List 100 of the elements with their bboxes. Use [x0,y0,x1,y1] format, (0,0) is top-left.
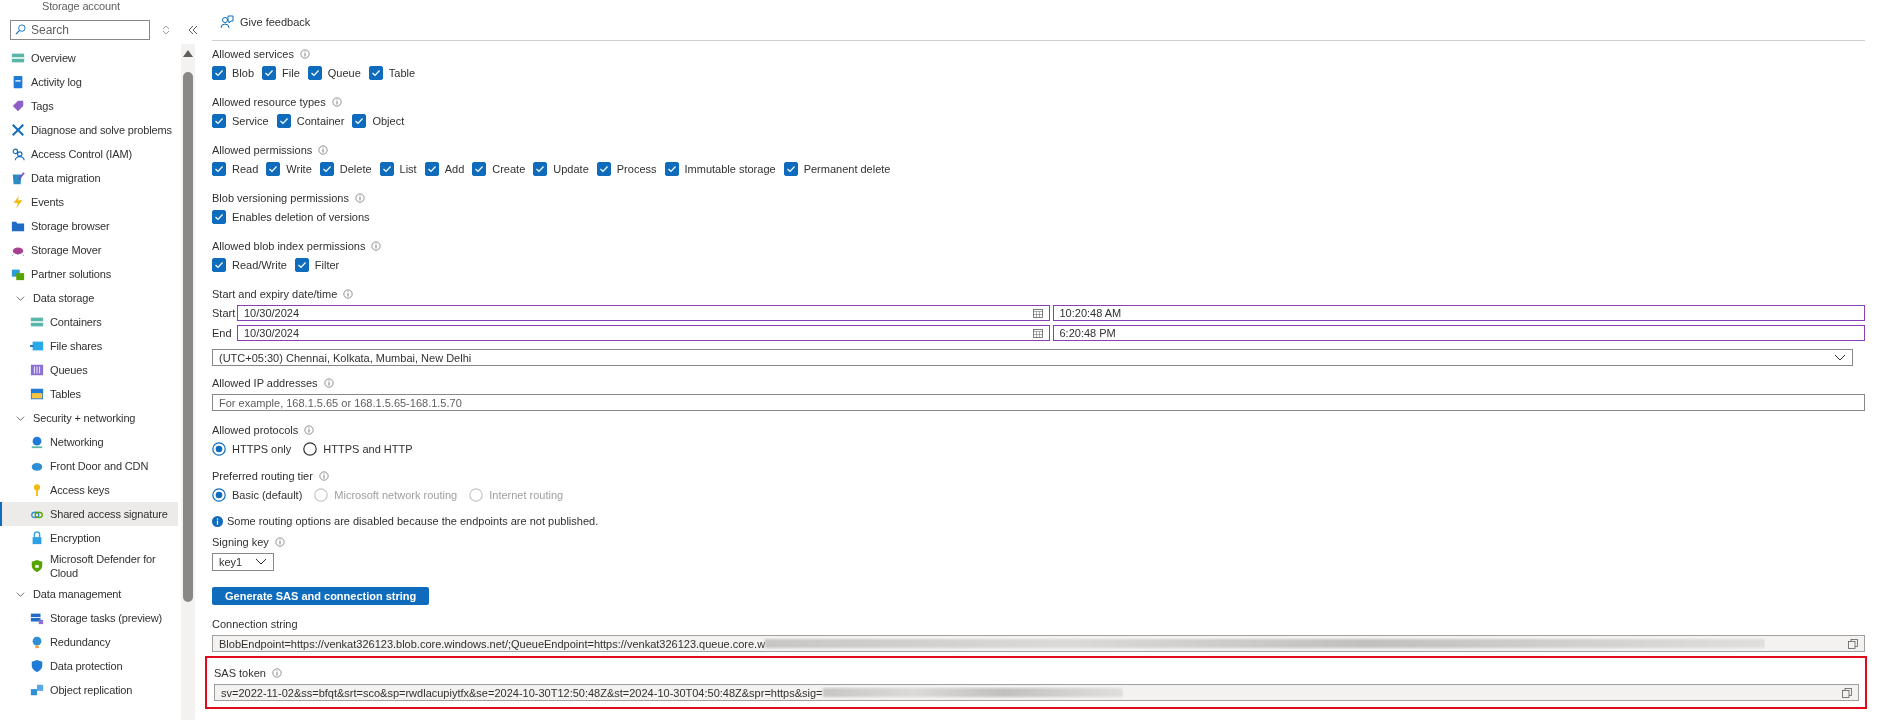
field-label-row: SAS token [214,666,1859,680]
chevron-down-icon [255,558,267,566]
field-label: Preferred routing tier [212,470,313,482]
checkbox[interactable]: Table [368,66,416,80]
menu-item[interactable]: Data protection [0,654,178,678]
menu-item[interactable]: Containers [0,310,178,334]
menu-item[interactable]: Partner solutions [0,262,178,286]
menu-item[interactable]: Diagnose and solve problems [0,118,178,142]
field-label: Allowed protocols [212,424,299,436]
checkbox[interactable]: Read [212,162,259,176]
panel-icon [11,51,25,65]
menu-item[interactable]: Access keys [0,478,178,502]
checkbox[interactable]: Add [424,162,465,176]
menu-item[interactable]: Storage tasks (preview) [0,606,178,630]
timezone-dropdown[interactable]: (UTC+05:30) Chennai, Kolkata, Mumbai, New Delhi [212,349,1853,366]
calendar-icon [1032,308,1043,318]
info-icon [331,97,342,107]
menu-group-header[interactable]: Data management [0,582,178,606]
time-field[interactable]: 10:20:48 AM [1052,305,1865,321]
checkbox[interactable]: Blob [212,66,255,80]
menu-item[interactable]: Front Door and CDN [0,454,178,478]
checkbox[interactable]: File [262,66,300,80]
shield-icon [30,659,44,673]
menu-item[interactable]: Storage browser [0,214,178,238]
checkbox[interactable]: Permanent delete [783,162,891,176]
info-icon [318,471,329,481]
replication-icon [30,683,44,697]
generate-button[interactable]: Generate SAS and connection string [212,587,430,605]
menu-item[interactable]: Tags [0,94,178,118]
menu-item[interactable]: Networking [0,430,178,454]
menu-item[interactable]: File shares [0,334,178,358]
lightning-icon [11,195,25,209]
chevron-down-icon [16,293,25,303]
feedback-button[interactable]: Give feedback [212,9,319,35]
checkbox[interactable]: Queue [307,66,361,80]
field-label: Signing key [212,536,269,548]
menu-item[interactable]: Tables [0,382,178,406]
ip-address-field[interactable]: For example, 168.1.5.65 or 168.1.5.65-168.1.5.70 [212,394,1865,411]
globe-icon [30,635,44,649]
people-icon [11,147,25,161]
menu-item[interactable]: Shared access signature [0,502,178,526]
copy-icon [1842,687,1852,698]
menu-item[interactable]: Microsoft Defender for Cloud [0,550,178,582]
row-label: Start [212,307,234,319]
info-icon [299,49,310,59]
radio-button[interactable]: Basic (default) [212,488,303,502]
scrollbar[interactable] [181,44,195,720]
row-label: End [212,327,233,339]
checkbox[interactable]: Update [533,162,589,176]
file-share-icon [30,339,44,353]
checkbox[interactable]: Process [596,162,657,176]
checkbox[interactable]: List [379,162,417,176]
checkbox[interactable]: Create [472,162,526,176]
search-field[interactable]: Search [10,20,150,40]
checkbox[interactable]: Immutable storage [664,162,776,176]
info-icon [212,515,223,527]
radio-button[interactable]: HTTPS and HTTP [303,442,413,456]
readonly-field[interactable]: BlobEndpoint=https://venkat326123.blob.core.windows.net/;QueueEndpoint=https://venkat326123.queue.core.w [212,635,1865,652]
checkbox[interactable]: Delete [319,162,372,176]
field-label: Allowed permissions [212,144,313,156]
search-icon [15,24,26,35]
checkbox[interactable]: Filter [294,258,340,272]
chevron-down-icon [16,589,25,599]
radio-button[interactable]: HTTPS only [212,442,292,456]
menu-item[interactable]: Overview [0,46,178,70]
menu-item[interactable]: Encryption [0,526,178,550]
feedback-icon [220,15,234,29]
checkbox[interactable]: Read/Write [212,258,287,272]
date-field[interactable]: 10/30/2024 [237,305,1050,321]
menu-group-header[interactable]: Data storage [0,286,178,310]
time-field[interactable]: 6:20:48 PM [1052,325,1865,341]
checkbox[interactable]: Enables deletion of versions [212,210,370,224]
copy-icon [1848,638,1858,649]
info-icon [323,378,334,388]
info-icon [304,425,315,435]
info-icon [274,537,285,547]
table-icon [30,387,44,401]
menu-group-header[interactable]: Security + networking [0,406,178,430]
menu-item[interactable]: Data migration [0,166,178,190]
signing-key-dropdown[interactable]: key1 [212,553,274,571]
containers-icon [30,315,44,329]
menu-item[interactable]: Object replication [0,678,178,702]
tag-icon [11,99,25,113]
chevron-down-icon [16,413,25,423]
field-label: Blob versioning permissions [212,192,349,204]
menu-item[interactable]: Access Control (IAM) [0,142,178,166]
checkbox[interactable]: Object [352,114,405,128]
menu-item[interactable]: Redundancy [0,630,178,654]
readonly-field[interactable]: sv=2022-11-02&ss=bfqt&srt=sco&sp=rwdlacupiytfx&se=2024-10-30T12:50:48Z&st=2024-10-30T04:50:48Z&spr=https&sig= [214,684,1859,701]
date-field[interactable]: 10/30/2024 [237,325,1050,341]
menu-item[interactable]: Events [0,190,178,214]
checkbox[interactable]: Service [212,114,269,128]
menu-item[interactable]: Storage Mover [0,238,178,262]
checkbox[interactable]: Write [266,162,312,176]
menu-item[interactable]: Queues [0,358,178,382]
menu-item[interactable]: Activity log [0,70,178,94]
info-icon [343,289,354,299]
info-icon [354,193,365,203]
queue-icon [30,363,44,377]
checkbox[interactable]: Container [276,114,345,128]
